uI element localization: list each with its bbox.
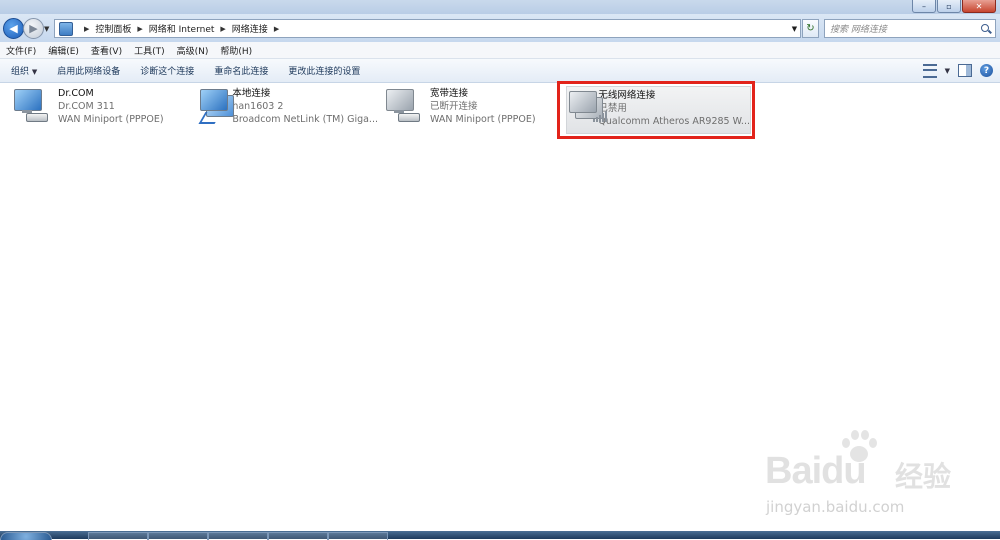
broadband-connection-icon — [384, 87, 426, 123]
baidu-watermark: Baidu 经验 jingyan.baidu.com — [760, 428, 960, 528]
organize-button[interactable]: 组织 ▼ — [0, 64, 46, 77]
connection-name: 本地连接 — [232, 88, 271, 99]
highlight-box — [557, 81, 755, 139]
taskbar — [0, 531, 1000, 540]
change-settings-button[interactable]: 更改此连接的设置 — [277, 64, 369, 77]
forward-button[interactable]: ▶ — [23, 18, 44, 39]
connection-item[interactable]: 本地连接 han1603 2 Broadcom NetLink (TM) Gig… — [198, 87, 378, 137]
menu-bar: 文件(F) 编辑(E) 查看(V) 工具(T) 高级(N) 帮助(H) — [0, 42, 1000, 59]
organize-label: 组织 — [11, 67, 30, 77]
close-button[interactable]: ✕ — [962, 0, 996, 13]
connection-item[interactable]: Dr.COM Dr.COM 311 WAN Miniport (PPPOE) — [12, 87, 182, 137]
menu-view[interactable]: 查看(V) — [85, 44, 128, 57]
address-bar: ◀ ▶ ▼ ▶ 控制面板 ▶ 网络和 Internet ▶ 网络连接 ▶ ▼ ↻… — [0, 14, 1000, 42]
control-panel-icon — [59, 21, 73, 36]
lan-connection-icon — [198, 87, 234, 124]
change-view-icon[interactable] — [922, 63, 937, 78]
connection-device: Broadcom NetLink (TM) Giga... — [232, 114, 378, 125]
search-icon[interactable] — [981, 23, 991, 34]
chevron-down-icon: ▼ — [31, 68, 38, 76]
connection-status: 已断开连接 — [430, 101, 478, 112]
chevron-right-icon[interactable]: ▶ — [274, 25, 279, 33]
rename-connection-button[interactable]: 重命名此连接 — [203, 64, 277, 77]
search-input[interactable]: 搜索 网络连接 — [830, 22, 981, 35]
menu-advanced[interactable]: 高级(N) — [171, 44, 215, 57]
breadcrumb-control-panel[interactable]: 控制面板 — [95, 22, 131, 35]
connection-device: WAN Miniport (PPPOE) — [430, 114, 536, 125]
diagnose-connection-button[interactable]: 诊断这个连接 — [129, 64, 203, 77]
refresh-button[interactable]: ↻ — [802, 19, 819, 38]
menu-file[interactable]: 文件(F) — [0, 44, 42, 57]
breadcrumb-network-connections[interactable]: 网络连接 — [232, 22, 268, 35]
address-box[interactable]: ▶ 控制面板 ▶ 网络和 Internet ▶ 网络连接 ▶ — [54, 19, 792, 38]
chevron-right-icon[interactable]: ▶ — [84, 25, 89, 33]
window-controls: – ▫ ✕ — [912, 0, 996, 13]
menu-tools[interactable]: 工具(T) — [128, 44, 171, 57]
back-button[interactable]: ◀ — [3, 18, 24, 39]
maximize-button[interactable]: ▫ — [937, 0, 961, 13]
preview-pane-icon[interactable] — [958, 64, 972, 77]
command-bar: 组织 ▼ 启用此网络设备 诊断这个连接 重命名此连接 更改此连接的设置 ▼ ? — [0, 59, 1000, 83]
view-controls: ▼ ? — [922, 59, 1000, 82]
recent-pages-dropdown[interactable]: ▼ — [44, 25, 49, 33]
chevron-right-icon[interactable]: ▶ — [137, 25, 142, 33]
watermark-cn: 经验 — [895, 460, 952, 493]
menu-help[interactable]: 帮助(H) — [214, 44, 258, 57]
connection-name: Dr.COM — [58, 88, 94, 99]
minimize-button[interactable]: – — [912, 0, 936, 13]
breadcrumb-network-internet[interactable]: 网络和 Internet — [149, 22, 215, 35]
enable-device-button[interactable]: 启用此网络设备 — [46, 64, 129, 77]
connection-device: WAN Miniport (PPPOE) — [58, 114, 164, 125]
connection-item[interactable]: 宽带连接 已断开连接 WAN Miniport (PPPOE) — [384, 87, 554, 137]
menu-edit[interactable]: 编辑(E) — [42, 44, 85, 57]
chevron-down-icon[interactable]: ▼ — [945, 67, 950, 75]
chevron-right-icon[interactable]: ▶ — [220, 25, 225, 33]
connection-status: han1603 2 — [232, 101, 284, 112]
help-icon[interactable]: ? — [980, 64, 993, 77]
connection-status: Dr.COM 311 — [58, 101, 115, 112]
watermark-brand: Baidu — [765, 450, 867, 492]
title-bar: – ▫ ✕ — [0, 0, 1000, 14]
address-dropdown[interactable]: ▼ — [789, 19, 801, 38]
watermark-url: jingyan.baidu.com — [766, 498, 905, 516]
dialup-connection-icon — [12, 87, 54, 123]
connection-name: 宽带连接 — [430, 88, 469, 99]
search-box[interactable]: 搜索 网络连接 — [824, 19, 996, 38]
